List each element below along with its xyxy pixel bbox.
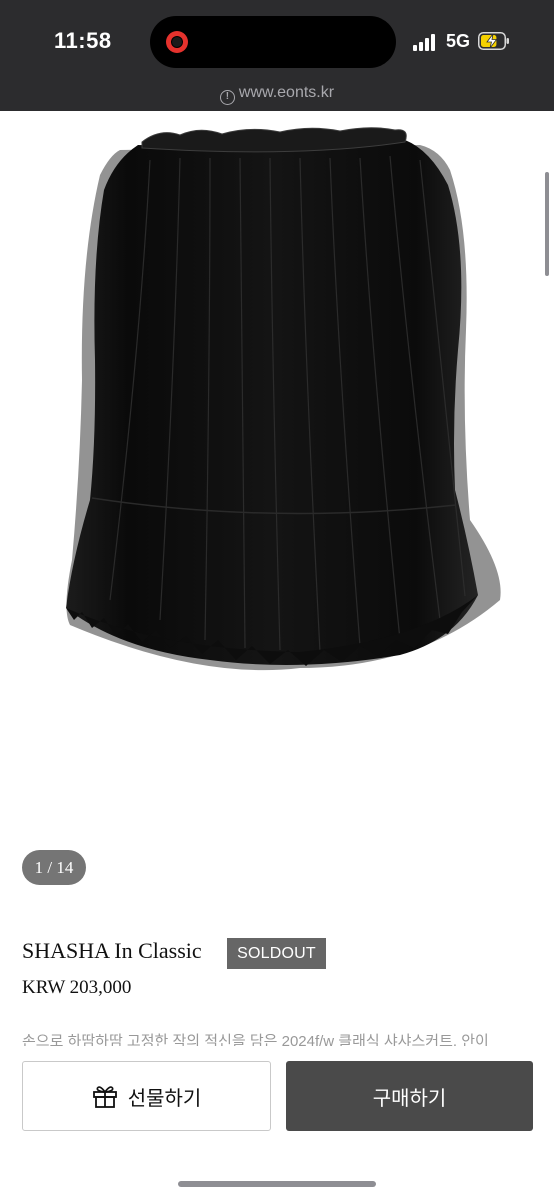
gift-button[interactable]: 선물하기: [22, 1061, 271, 1131]
signal-icon: [413, 33, 439, 51]
battery-charging-icon: [478, 32, 509, 50]
product-image[interactable]: [0, 111, 554, 801]
gift-icon: [92, 1086, 117, 1108]
network-label: 5G: [446, 31, 471, 51]
image-counter: 1 / 14: [22, 850, 86, 885]
url-text: www.eonts.kr: [238, 84, 335, 101]
scroll-indicator[interactable]: [545, 172, 549, 276]
buy-button[interactable]: 구매하기: [286, 1061, 533, 1131]
product-title: SHASHA In Classic: [22, 938, 202, 963]
dynamic-island: [150, 16, 396, 68]
status-badge: SOLDOUT: [227, 938, 326, 969]
recording-icon[interactable]: [166, 31, 188, 53]
status-bar: 11:58 5G ! www.eonts.kr: [0, 0, 554, 111]
url-bar[interactable]: ! www.eonts.kr: [0, 84, 554, 105]
status-time: 11:58: [54, 28, 112, 53]
home-indicator[interactable]: [178, 1181, 376, 1187]
buy-button-label: 구매하기: [372, 1087, 447, 1110]
gift-button-label: 선물하기: [127, 1087, 202, 1110]
info-icon[interactable]: !: [219, 90, 235, 105]
skirt-photo: [66, 127, 501, 671]
product-price: KRW 203,000: [22, 977, 132, 998]
